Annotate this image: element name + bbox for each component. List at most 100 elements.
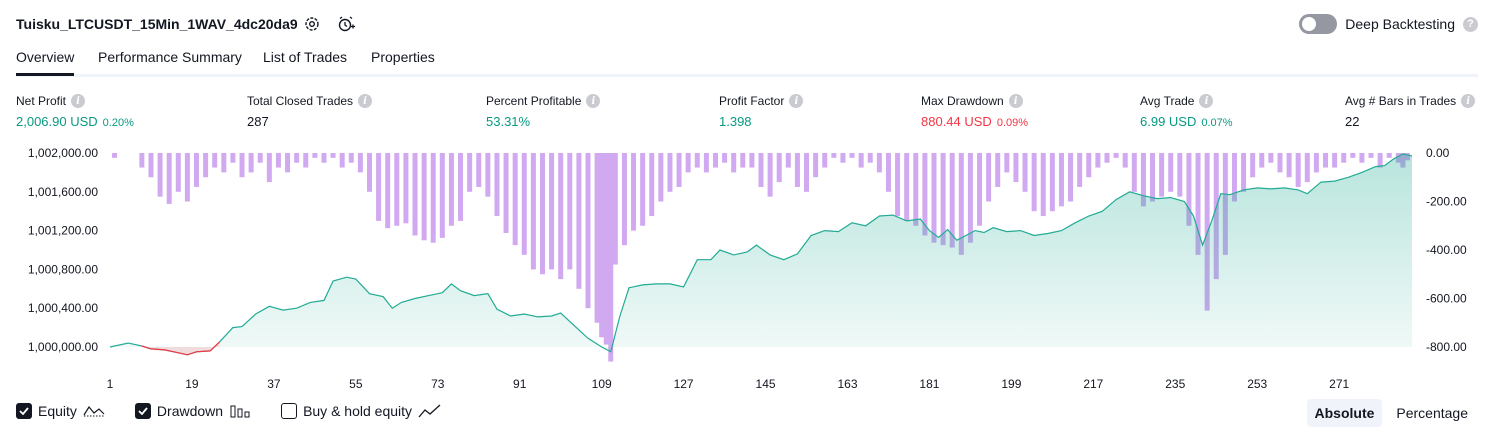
drawdown-bar [731, 153, 737, 173]
drawdown-bar [312, 153, 318, 158]
metric-value: 6.99 USD [1140, 114, 1197, 129]
drawdown-bar [421, 153, 427, 241]
y-left-tick-label: 1,001,600.00 [28, 185, 98, 199]
legend-drawdown[interactable]: Drawdown [134, 403, 251, 419]
x-tick-label: 19 [185, 377, 199, 391]
equity-checkbox[interactable] [16, 403, 32, 419]
chart-legend: Equity Drawdown Buy & hold equity [16, 403, 472, 419]
drawdown-bar [858, 153, 864, 168]
report-tabs: Overview Performance Summary List of Tra… [16, 46, 1478, 77]
drawdown-bar [339, 153, 345, 168]
drawdown-bar [599, 153, 605, 338]
drawdown-bar [612, 153, 618, 265]
drawdown-bar [212, 153, 218, 168]
drawdown-bar [139, 153, 145, 168]
info-icon[interactable]: i [1008, 94, 1023, 108]
drawdown-bar [467, 153, 473, 192]
drawdown-bar [1359, 153, 1365, 163]
tab-list-of-trades[interactable]: List of Trades [263, 49, 347, 65]
drawdown-bar [1168, 153, 1174, 192]
info-icon[interactable]: i [1199, 94, 1214, 108]
drawdown-bar [203, 153, 209, 178]
info-icon[interactable]: i [586, 94, 601, 108]
metric-percent: 0.07% [1201, 117, 1233, 129]
drawdown-bar [621, 153, 627, 246]
drawdown-bar [221, 153, 227, 173]
drawdown-bar [794, 153, 800, 187]
drawdown-bar [694, 153, 700, 168]
drawdown-bar [977, 153, 983, 226]
info-icon[interactable]: i [71, 94, 86, 108]
gear-icon[interactable] [302, 14, 322, 34]
drawdown-bar [1295, 153, 1301, 187]
drawdown-bar [758, 153, 764, 187]
metric-label: Max Drawdown [921, 94, 1004, 108]
tab-overview[interactable]: Overview [16, 49, 75, 76]
drawdown-bar [986, 153, 992, 202]
toggle-knob [1302, 17, 1317, 31]
drawdown-bar [558, 153, 564, 280]
help-icon[interactable]: ? [1463, 16, 1478, 32]
legend-label: Equity [38, 403, 77, 419]
info-icon[interactable]: i [358, 94, 373, 108]
drawdown-bar [967, 153, 973, 243]
drawdown-bar [521, 153, 527, 255]
drawdown-bar [831, 153, 837, 158]
x-tick-label: 253 [1247, 377, 1267, 391]
drawdown-bar [867, 153, 873, 163]
drawdown-bar [512, 153, 518, 246]
x-axis: 1 19 37 55 73 91 109 127 145 163 181 199 217 235 253 27… [107, 377, 1350, 391]
y-axis-left: 1,000,000.00 1,000,400.00 1,000,800.00 1,00… [28, 146, 98, 354]
report-header: Tuisku_LTCUSDT_15Min_1WAV_4dc20da9 Deep … [16, 14, 1478, 36]
metric-avg-bars-in-trades: Avg # Bars in Trades i 22 [1345, 93, 1476, 129]
info-icon[interactable]: i [789, 94, 804, 108]
drawdown-bar [1031, 153, 1037, 212]
tab-properties[interactable]: Properties [371, 49, 435, 65]
drawdown-bar [530, 153, 536, 270]
tab-performance-summary[interactable]: Performance Summary [98, 49, 242, 65]
drawdown-bar [1241, 153, 1247, 192]
drawdown-bar [776, 153, 782, 183]
drawdown-bar [585, 153, 591, 309]
add-alert-icon[interactable] [336, 14, 356, 34]
drawdown-bar [1259, 153, 1265, 168]
drawdown-bar [193, 153, 200, 187]
buy-hold-checkbox[interactable] [281, 403, 298, 419]
metric-label: Total Closed Trades [247, 94, 354, 108]
drawdown-bar [822, 153, 828, 168]
metric-value: 1.398 [719, 114, 752, 129]
drawdown-bar [494, 153, 500, 217]
metric-avg-trade: Avg Trade i 6.99 USD 0.07% [1140, 93, 1233, 129]
equity-drawdown-chart[interactable]: 1,000,000.00 1,000,400.00 1,000,800.00 1,00… [0, 140, 1494, 395]
drawdown-bar [458, 153, 464, 221]
drawdown-bar [112, 153, 118, 158]
percentage-button[interactable]: Percentage [1388, 399, 1476, 427]
deep-backtesting-toggle[interactable] [1299, 14, 1338, 34]
metric-percent-profitable: Percent Profitable i 53.31% [486, 93, 601, 129]
drawdown-bar [1049, 153, 1055, 212]
drawdown-bar [1386, 153, 1392, 158]
y-left-tick-label: 1,000,400.00 [28, 301, 98, 315]
drawdown-bar [366, 153, 372, 192]
drawdown-bar [576, 153, 582, 289]
y-right-tick-label: -400.00 [1426, 243, 1467, 257]
metric-label: Net Profit [16, 94, 67, 108]
absolute-button[interactable]: Absolute [1306, 399, 1383, 427]
drawdown-bar [1304, 153, 1310, 183]
legend-buy-hold-equity[interactable]: Buy & hold equity [281, 403, 442, 419]
drawdown-bar [603, 153, 609, 345]
drawdown-bar [895, 153, 901, 217]
y-left-tick-label: 1,001,200.00 [28, 224, 98, 238]
drawdown-bar [248, 153, 254, 173]
info-icon[interactable]: i [1461, 94, 1476, 108]
legend-equity[interactable]: Equity [16, 403, 105, 419]
metric-label: Percent Profitable [486, 94, 582, 108]
strategy-title: Tuisku_LTCUSDT_15Min_1WAV_4dc20da9 [16, 16, 298, 32]
drawdown-bar [1013, 153, 1019, 183]
drawdown-bar [257, 153, 263, 163]
metric-value: 53.31% [486, 114, 531, 129]
drawdown-bar [567, 153, 573, 270]
drawdown-bar [767, 153, 773, 197]
drawdown-bar [608, 153, 614, 362]
drawdown-checkbox[interactable] [134, 403, 151, 419]
